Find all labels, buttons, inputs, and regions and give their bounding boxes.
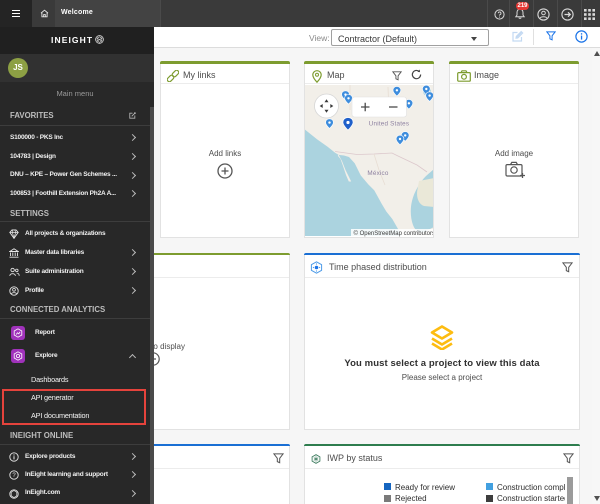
svg-text:?: ? (12, 473, 16, 479)
svg-text:United States: United States (369, 120, 409, 127)
svg-text:México: México (367, 170, 388, 177)
svg-text:© OpenStreetMap contributors: © OpenStreetMap contributors (354, 230, 434, 237)
